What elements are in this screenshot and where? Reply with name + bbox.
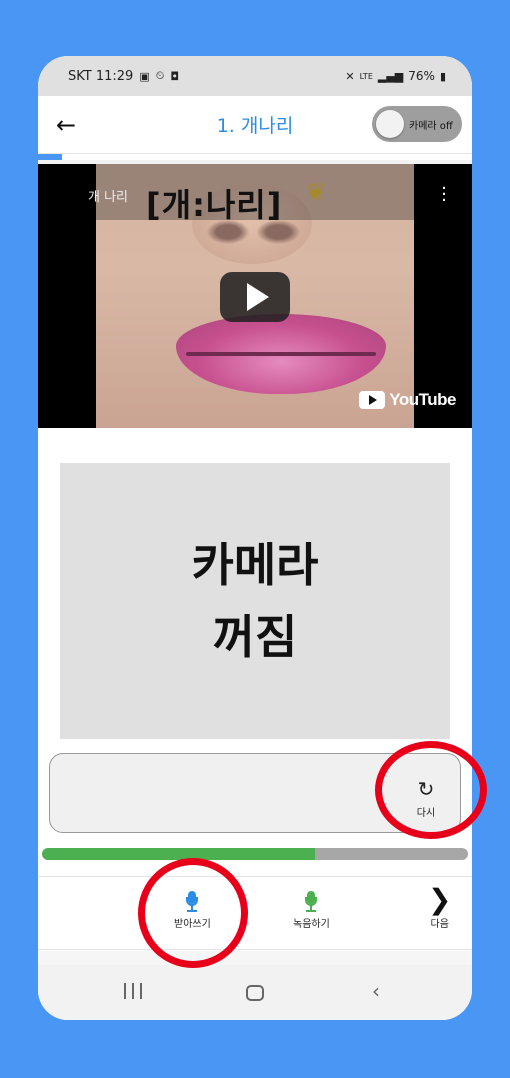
- carrier-time: SKT 11:29: [68, 68, 134, 84]
- lte-icon: LTE: [359, 71, 373, 81]
- camera-preview: 카메라 꺼짐: [60, 463, 450, 739]
- more-vert-icon[interactable]: · · ·: [440, 180, 448, 210]
- dictation-label: 받아쓰기: [174, 919, 211, 930]
- record-button[interactable]: 녹음하기: [293, 891, 330, 930]
- dictation-button[interactable]: 받아쓰기: [174, 891, 211, 930]
- retry-label: 다시: [416, 808, 436, 819]
- nav-back-icon[interactable]: ‹: [372, 979, 380, 1003]
- camera-status-line1: 카메라: [191, 538, 319, 592]
- youtube-wordmark: YouTube: [389, 390, 456, 409]
- status-left: SKT 11:29 ▣ ⏲ ◘: [68, 69, 179, 84]
- status-bar: SKT 11:29 ▣ ⏲ ◘ ✕ LTE ▂▄▆ 76% ▮: [38, 56, 472, 96]
- mic-icon: [305, 891, 318, 912]
- system-nav-bar: ‹: [38, 965, 472, 1020]
- record-label: 녹음하기: [293, 919, 330, 930]
- progress-fill: [42, 848, 315, 860]
- mute-icon: ✕: [345, 69, 355, 83]
- video-title[interactable]: [개:나리]: [146, 180, 282, 226]
- next-label: 다음: [430, 919, 449, 930]
- status-right: ✕ LTE ▂▄▆ 76% ▮: [345, 69, 446, 83]
- video-channel: 개 나리: [88, 190, 129, 205]
- play-icon: [246, 283, 269, 311]
- back-button[interactable]: ←: [38, 96, 94, 154]
- phone-screen: SKT 11:29 ▣ ⏲ ◘ ✕ LTE ▂▄▆ 76% ▮ ← 1. 개나리…: [38, 56, 472, 1020]
- recents-icon[interactable]: [124, 983, 142, 999]
- youtube-logo[interactable]: YouTube: [359, 390, 456, 410]
- video-player[interactable]: 개 나리 [개:나리] ❦ · · · YouTube: [38, 164, 472, 428]
- result-text-box[interactable]: ↻ 다시: [49, 753, 461, 833]
- arrow-left-icon: ←: [55, 110, 77, 139]
- camera-status-line2: 꺼짐: [212, 610, 298, 664]
- youtube-play-icon: [359, 391, 386, 409]
- toggle-knob: [376, 110, 404, 138]
- chevron-right-icon: ❯: [428, 883, 452, 916]
- bottom-toolbar: 받아쓰기 녹음하기 ❯ 다음: [38, 876, 472, 950]
- signal-icon: ▂▄▆: [377, 69, 404, 83]
- mic-icon: [186, 891, 199, 912]
- camera-toggle[interactable]: 카메라 off: [372, 106, 462, 142]
- next-button[interactable]: ❯ 다음: [428, 883, 452, 931]
- camera-toggle-label: 카메라 off: [409, 120, 453, 132]
- home-icon[interactable]: [246, 985, 264, 1001]
- battery-icon: ▮: [439, 69, 446, 83]
- camera-icon: ◘: [170, 69, 180, 83]
- forsythia-icon: ❦: [306, 178, 327, 206]
- alarm-icon: ⏲: [155, 69, 165, 82]
- progress-bar: [42, 848, 468, 860]
- refresh-icon: ↻: [417, 777, 435, 801]
- retry-button[interactable]: ↻ 다시: [406, 778, 446, 822]
- app-bar: ← 1. 개나리 카메라 off: [38, 96, 472, 154]
- play-button[interactable]: [220, 272, 290, 322]
- thumbnail-lips-line: [186, 352, 376, 356]
- spacer: [38, 951, 472, 965]
- gallery-icon: ▣: [139, 69, 150, 83]
- battery-percent: 76%: [408, 69, 435, 83]
